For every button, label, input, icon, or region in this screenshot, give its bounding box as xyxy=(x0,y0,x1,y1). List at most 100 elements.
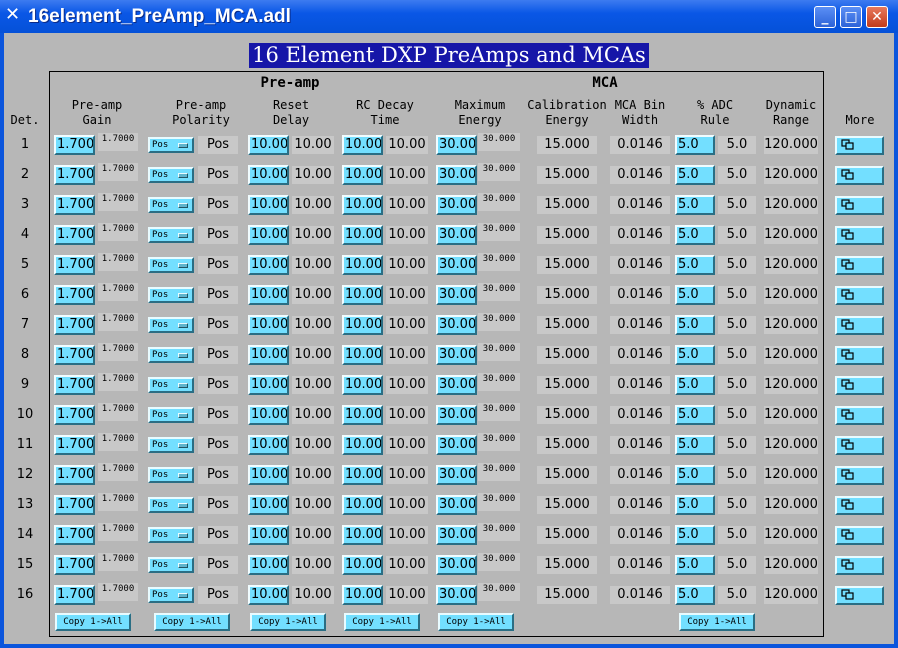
more-button[interactable] xyxy=(835,496,884,515)
more-button[interactable] xyxy=(835,346,884,365)
preamp-gain-input[interactable]: 1.700 xyxy=(54,405,95,425)
more-button[interactable] xyxy=(835,586,884,605)
adc-rule-input[interactable]: 5.0 xyxy=(675,195,715,215)
rc-decay-input[interactable]: 10.00 xyxy=(342,225,383,245)
rc-decay-input[interactable]: 10.00 xyxy=(342,195,383,215)
polarity-menu[interactable]: Pos xyxy=(148,257,194,273)
polarity-menu[interactable]: Pos xyxy=(148,227,194,243)
more-button[interactable] xyxy=(835,436,884,455)
max-energy-input[interactable]: 30.00 xyxy=(436,195,477,215)
polarity-menu[interactable]: Pos xyxy=(148,167,194,183)
rc-decay-input[interactable]: 10.00 xyxy=(342,465,383,485)
max-energy-input[interactable]: 30.00 xyxy=(436,435,477,455)
rc-decay-input[interactable]: 10.00 xyxy=(342,255,383,275)
reset-delay-input[interactable]: 10.00 xyxy=(248,285,289,305)
adc-rule-input[interactable]: 5.0 xyxy=(675,135,715,155)
reset-delay-input[interactable]: 10.00 xyxy=(248,405,289,425)
preamp-gain-input[interactable]: 1.700 xyxy=(54,255,95,275)
more-button[interactable] xyxy=(835,376,884,395)
copy-max-energy-button[interactable]: Copy 1->All xyxy=(438,613,514,631)
adc-rule-input[interactable]: 5.0 xyxy=(675,255,715,275)
x-app-icon[interactable]: ✕ xyxy=(5,6,23,24)
more-button[interactable] xyxy=(835,196,884,215)
reset-delay-input[interactable]: 10.00 xyxy=(248,255,289,275)
max-energy-input[interactable]: 30.00 xyxy=(436,165,477,185)
adc-rule-input[interactable]: 5.0 xyxy=(675,345,715,365)
rc-decay-input[interactable]: 10.00 xyxy=(342,285,383,305)
more-button[interactable] xyxy=(835,286,884,305)
more-button[interactable] xyxy=(835,256,884,275)
max-energy-input[interactable]: 30.00 xyxy=(436,255,477,275)
minimize-button[interactable]: _ xyxy=(814,6,836,28)
preamp-gain-input[interactable]: 1.700 xyxy=(54,435,95,455)
preamp-gain-input[interactable]: 1.700 xyxy=(54,495,95,515)
preamp-gain-input[interactable]: 1.700 xyxy=(54,165,95,185)
adc-rule-input[interactable]: 5.0 xyxy=(675,585,715,605)
adc-rule-input[interactable]: 5.0 xyxy=(675,525,715,545)
preamp-gain-input[interactable]: 1.700 xyxy=(54,375,95,395)
polarity-menu[interactable]: Pos xyxy=(148,317,194,333)
max-energy-input[interactable]: 30.00 xyxy=(436,525,477,545)
rc-decay-input[interactable]: 10.00 xyxy=(342,435,383,455)
window-titlebar[interactable]: ✕ 16element_PreAmp_MCA.adl _ □ ✕ xyxy=(0,0,898,33)
polarity-menu[interactable]: Pos xyxy=(148,407,194,423)
more-button[interactable] xyxy=(835,166,884,185)
max-energy-input[interactable]: 30.00 xyxy=(436,555,477,575)
reset-delay-input[interactable]: 10.00 xyxy=(248,225,289,245)
more-button[interactable] xyxy=(835,136,884,155)
copy-adc-rule-button[interactable]: Copy 1->All xyxy=(679,613,755,631)
preamp-gain-input[interactable]: 1.700 xyxy=(54,315,95,335)
preamp-gain-input[interactable]: 1.700 xyxy=(54,285,95,305)
polarity-menu[interactable]: Pos xyxy=(148,377,194,393)
preamp-gain-input[interactable]: 1.700 xyxy=(54,135,95,155)
polarity-menu[interactable]: Pos xyxy=(148,437,194,453)
rc-decay-input[interactable]: 10.00 xyxy=(342,315,383,335)
preamp-gain-input[interactable]: 1.700 xyxy=(54,465,95,485)
rc-decay-input[interactable]: 10.00 xyxy=(342,165,383,185)
adc-rule-input[interactable]: 5.0 xyxy=(675,465,715,485)
polarity-menu[interactable]: Pos xyxy=(148,137,194,153)
reset-delay-input[interactable]: 10.00 xyxy=(248,525,289,545)
adc-rule-input[interactable]: 5.0 xyxy=(675,435,715,455)
preamp-gain-input[interactable]: 1.700 xyxy=(54,525,95,545)
polarity-menu[interactable]: Pos xyxy=(148,467,194,483)
max-energy-input[interactable]: 30.00 xyxy=(436,135,477,155)
max-energy-input[interactable]: 30.00 xyxy=(436,375,477,395)
more-button[interactable] xyxy=(835,556,884,575)
rc-decay-input[interactable]: 10.00 xyxy=(342,555,383,575)
max-energy-input[interactable]: 30.00 xyxy=(436,495,477,515)
copy-gain-button[interactable]: Copy 1->All xyxy=(55,613,131,631)
more-button[interactable] xyxy=(835,526,884,545)
polarity-menu[interactable]: Pos xyxy=(148,557,194,573)
adc-rule-input[interactable]: 5.0 xyxy=(675,285,715,305)
rc-decay-input[interactable]: 10.00 xyxy=(342,135,383,155)
max-energy-input[interactable]: 30.00 xyxy=(436,225,477,245)
maximize-button[interactable]: □ xyxy=(840,6,862,28)
more-button[interactable] xyxy=(835,406,884,425)
more-button[interactable] xyxy=(835,466,884,485)
adc-rule-input[interactable]: 5.0 xyxy=(675,555,715,575)
rc-decay-input[interactable]: 10.00 xyxy=(342,375,383,395)
preamp-gain-input[interactable]: 1.700 xyxy=(54,345,95,365)
polarity-menu[interactable]: Pos xyxy=(148,527,194,543)
preamp-gain-input[interactable]: 1.700 xyxy=(54,585,95,605)
adc-rule-input[interactable]: 5.0 xyxy=(675,165,715,185)
max-energy-input[interactable]: 30.00 xyxy=(436,285,477,305)
close-button[interactable]: ✕ xyxy=(866,6,888,28)
max-energy-input[interactable]: 30.00 xyxy=(436,405,477,425)
reset-delay-input[interactable]: 10.00 xyxy=(248,555,289,575)
more-button[interactable] xyxy=(835,226,884,245)
more-button[interactable] xyxy=(835,316,884,335)
max-energy-input[interactable]: 30.00 xyxy=(436,465,477,485)
preamp-gain-input[interactable]: 1.700 xyxy=(54,225,95,245)
rc-decay-input[interactable]: 10.00 xyxy=(342,525,383,545)
reset-delay-input[interactable]: 10.00 xyxy=(248,585,289,605)
reset-delay-input[interactable]: 10.00 xyxy=(248,375,289,395)
preamp-gain-input[interactable]: 1.700 xyxy=(54,555,95,575)
adc-rule-input[interactable]: 5.0 xyxy=(675,375,715,395)
reset-delay-input[interactable]: 10.00 xyxy=(248,345,289,365)
copy-reset-delay-button[interactable]: Copy 1->All xyxy=(250,613,326,631)
rc-decay-input[interactable]: 10.00 xyxy=(342,585,383,605)
reset-delay-input[interactable]: 10.00 xyxy=(248,435,289,455)
polarity-menu[interactable]: Pos xyxy=(148,287,194,303)
